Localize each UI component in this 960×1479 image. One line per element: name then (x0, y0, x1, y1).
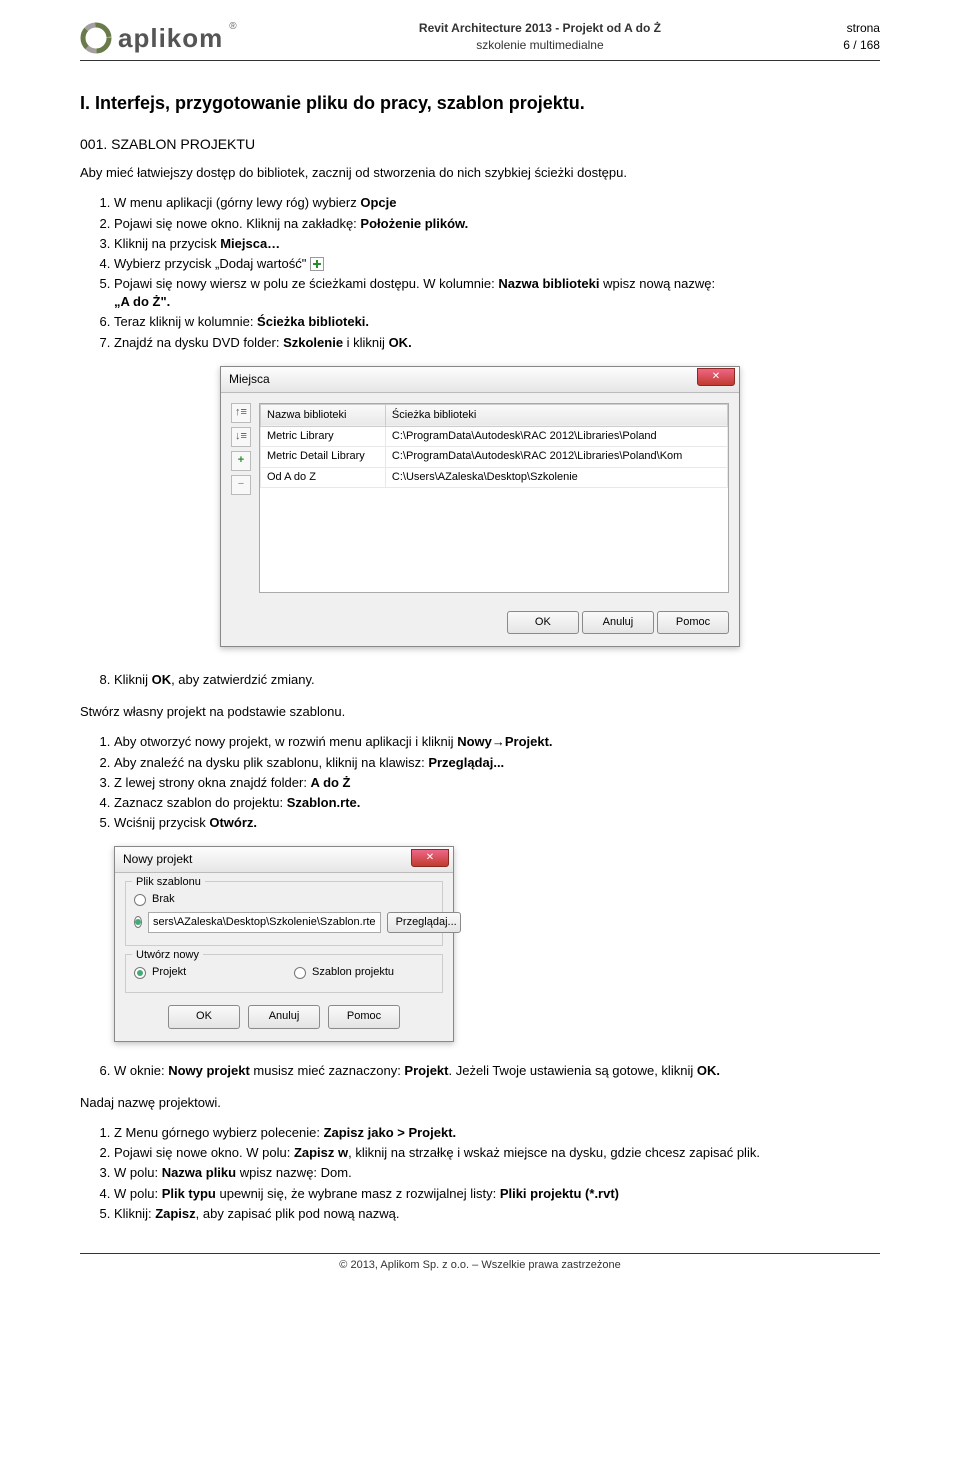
page-footer: © 2013, Aplikom Sp. z o.o. – Wszelkie pr… (80, 1253, 880, 1273)
list-item: W polu: Nazwa pliku wpisz nazwę: Dom. (114, 1164, 880, 1182)
move-up-button[interactable]: ↑≡ (231, 403, 251, 423)
section-heading: I. Interfejs, przygotowanie pliku do pra… (80, 91, 880, 116)
list-item: Teraz kliknij w kolumnie: Ścieżka biblio… (114, 313, 880, 331)
dialog-toolbar: ↑≡ ↓≡ + − (231, 403, 253, 593)
help-button[interactable]: Pomoc (328, 1005, 400, 1028)
dialog-miejsca: Miejsca ✕ ↑≡ ↓≡ + − Nazwa biblioteki Ści… (220, 366, 740, 647)
ok-button[interactable]: OK (168, 1005, 240, 1028)
radio-brak[interactable] (134, 894, 146, 906)
instruction-list-1b: Kliknij OK, aby zatwierdzić zmiany. (114, 671, 880, 689)
radio-szablon-projektu[interactable] (294, 967, 306, 979)
table-row[interactable]: Metric Detail Library C:\ProgramData\Aut… (261, 447, 728, 467)
dialog-titlebar: Miejsca ✕ (221, 367, 739, 393)
list-item: Wciśnij przycisk Otwórz. (114, 814, 880, 832)
dialog-titlebar: Nowy projekt ✕ (115, 847, 453, 873)
radio-template-file[interactable] (134, 916, 142, 928)
table-header[interactable]: Nazwa biblioteki (261, 404, 386, 426)
list-item: W polu: Plik typu upewnij się, że wybran… (114, 1185, 880, 1203)
add-button[interactable]: + (231, 451, 251, 471)
list-item: Kliknij: Zapisz, aby zapisać plik pod no… (114, 1205, 880, 1223)
close-button[interactable]: ✕ (411, 849, 449, 867)
list-item: Wybierz przycisk „Dodaj wartość" (114, 255, 880, 273)
radio-label: Szablon projektu (312, 965, 394, 980)
list-item: Aby otworzyć nowy projekt, w rozwiń menu… (114, 733, 880, 751)
list-item: Zaznacz szablon do projektu: Szablon.rte… (114, 794, 880, 812)
close-icon: ✕ (426, 851, 434, 865)
list-item: Aby znaleźć na dysku plik szablonu, klik… (114, 754, 880, 772)
list-item: Z Menu górnego wybierz polecenie: Zapisz… (114, 1124, 880, 1142)
paragraph: Stwórz własny projekt na podstawie szabl… (80, 703, 880, 721)
cancel-button[interactable]: Anuluj (582, 611, 654, 634)
intro-paragraph: Aby mieć łatwiejszy dostęp do bibliotek,… (80, 164, 880, 182)
cancel-button[interactable]: Anuluj (248, 1005, 320, 1028)
radio-label: Projekt (152, 965, 186, 980)
instruction-list-2: Aby otworzyć nowy projekt, w rozwiń menu… (114, 733, 880, 832)
move-down-button[interactable]: ↓≡ (231, 427, 251, 447)
logo: aplikom ® (80, 20, 237, 56)
list-item: Kliknij na przycisk Miejsca… (114, 235, 880, 253)
radio-label: Brak (152, 892, 175, 907)
table-row[interactable]: Od A do Z C:\Users\AZaleska\Desktop\Szko… (261, 467, 728, 487)
template-fieldset: Plik szablonu Brak sers\AZaleska\Desktop… (125, 881, 443, 946)
remove-button[interactable]: − (231, 475, 251, 495)
list-item: Pojawi się nowy wiersz w polu ze ścieżka… (114, 275, 880, 311)
list-item: Pojawi się nowe okno. Kliknij na zakładk… (114, 215, 880, 233)
list-item: Kliknij OK, aby zatwierdzić zmiany. (114, 671, 880, 689)
radio-projekt[interactable] (134, 967, 146, 979)
list-item: Znajdź na dysku DVD folder: Szkolenie i … (114, 334, 880, 352)
subsection-heading: 001. SZABLON PROJEKTU (80, 135, 880, 155)
instruction-list-3: Z Menu górnego wybierz polecenie: Zapisz… (114, 1124, 880, 1223)
list-item: W oknie: Nowy projekt musisz mieć zaznac… (114, 1062, 880, 1080)
ok-button[interactable]: OK (507, 611, 579, 634)
list-item: Pojawi się nowe okno. W polu: Zapisz w, … (114, 1144, 880, 1162)
create-new-fieldset: Utwórz nowy Projekt Szablon projektu (125, 954, 443, 993)
logo-registered: ® (229, 20, 236, 34)
close-button[interactable]: ✕ (697, 368, 735, 386)
logo-text: aplikom (118, 20, 223, 56)
plus-icon (310, 257, 324, 271)
page-header: aplikom ® Revit Architecture 2013 - Proj… (80, 20, 880, 61)
instruction-list-1: W menu aplikacji (górny lewy róg) wybier… (114, 194, 880, 352)
template-path-input[interactable]: sers\AZaleska\Desktop\Szkolenie\Szablon.… (148, 912, 381, 933)
dialog-title: Nowy projekt (123, 851, 192, 868)
list-item: Z lewej strony okna znajdź folder: A do … (114, 774, 880, 792)
paragraph: Nadaj nazwę projektowi. (80, 1094, 880, 1112)
header-center: Revit Architecture 2013 - Projekt od A d… (419, 20, 661, 54)
help-button[interactable]: Pomoc (657, 611, 729, 634)
list-item: W menu aplikacji (górny lewy róg) wybier… (114, 194, 880, 212)
library-table[interactable]: Nazwa biblioteki Ścieżka biblioteki Metr… (259, 403, 729, 593)
browse-button[interactable]: Przeglądaj... (387, 912, 461, 933)
table-header[interactable]: Ścieżka biblioteki (385, 404, 727, 426)
instruction-list-2b: W oknie: Nowy projekt musisz mieć zaznac… (114, 1062, 880, 1080)
logo-icon (80, 22, 112, 54)
table-row[interactable]: Metric Library C:\ProgramData\Autodesk\R… (261, 427, 728, 447)
dialog-title: Miejsca (229, 371, 270, 388)
close-icon: ✕ (712, 370, 720, 384)
header-right: strona 6 / 168 (843, 20, 880, 54)
dialog-new-project: Nowy projekt ✕ Plik szablonu Brak sers\A… (114, 846, 454, 1041)
